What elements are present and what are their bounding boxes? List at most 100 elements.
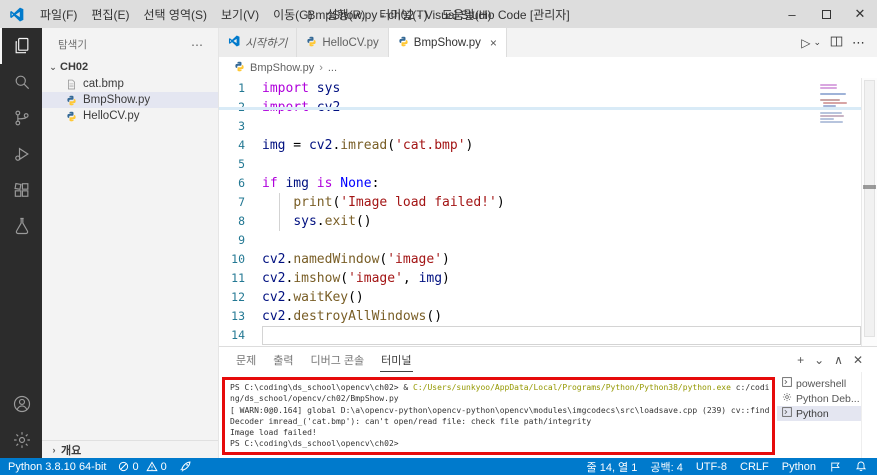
- rocket-icon[interactable]: [179, 460, 192, 473]
- notifications-bell-icon[interactable]: [855, 460, 867, 473]
- line-text: print('Image load failed!'): [293, 195, 505, 210]
- menu-item-1[interactable]: 편집(E): [84, 3, 136, 26]
- cursor-position-status[interactable]: 줄 14, 열 1: [587, 459, 638, 475]
- tab-HelloCV.py[interactable]: HelloCV.py: [297, 28, 389, 57]
- terminal-instance-powershell[interactable]: powershell: [777, 376, 861, 391]
- code-line-4[interactable]: 4 img = cv2.imread('cat.bmp'): [219, 136, 861, 155]
- code-line-9[interactable]: 9: [219, 231, 861, 250]
- line-number[interactable]: 5: [219, 155, 262, 174]
- code-line-11[interactable]: 11 cv2.imshow('image', img): [219, 269, 861, 288]
- menu-item-2[interactable]: 선택 영역(S): [136, 3, 214, 26]
- breadcrumb-separator: ›: [319, 61, 323, 74]
- line-number[interactable]: 12: [219, 288, 262, 307]
- sidebar-title: 탐색기: [58, 39, 87, 51]
- code-line-8[interactable]: 8 sys.exit(): [219, 212, 861, 231]
- language-mode-status[interactable]: Python: [782, 461, 816, 473]
- indentation-status[interactable]: 공백: 4: [650, 459, 682, 475]
- terminal-instance-Python[interactable]: Python: [777, 406, 861, 421]
- file-row-BmpShow.py[interactable]: BmpShow.py: [42, 92, 218, 108]
- folder-row-ch02[interactable]: ⌄ CH02: [42, 58, 218, 76]
- code-line-14[interactable]: 14: [219, 326, 861, 345]
- problems-status[interactable]: 0 0: [118, 460, 167, 473]
- panel-tab-출력[interactable]: 출력: [272, 348, 294, 372]
- code-line-7[interactable]: 7 print('Image load failed!'): [219, 193, 861, 212]
- line-number[interactable]: 4: [219, 136, 262, 155]
- run-python-file-button[interactable]: ▷: [801, 36, 810, 50]
- code-editor[interactable]: 1import sys2import cv234img = cv2.imread…: [219, 78, 877, 346]
- close-panel-button[interactable]: ✕: [853, 353, 863, 367]
- panel-scrollbar-lane[interactable]: [861, 372, 877, 458]
- code-line-5[interactable]: 5: [219, 155, 861, 174]
- breadcrumb[interactable]: BmpShow.py › ...: [219, 57, 877, 78]
- terminal-dropdown-button[interactable]: ⌄: [814, 353, 824, 367]
- testing-icon[interactable]: [0, 208, 42, 244]
- menu-item-4[interactable]: 이동(G): [266, 3, 319, 26]
- error-count: 0: [132, 460, 139, 473]
- run-dropdown-icon[interactable]: ⌄: [813, 37, 821, 48]
- feedback-icon[interactable]: [829, 461, 842, 473]
- breadcrumb-symbol[interactable]: ...: [328, 62, 337, 74]
- line-number[interactable]: 6: [219, 174, 262, 193]
- more-actions-icon[interactable]: ⋯: [852, 35, 865, 51]
- minimap[interactable]: [820, 83, 860, 143]
- source-control-icon[interactable]: [0, 100, 42, 136]
- line-text: cv2.imshow('image', img): [262, 271, 450, 286]
- error-icon: [119, 461, 129, 472]
- explorer-icon[interactable]: [0, 28, 42, 64]
- maximize-button[interactable]: [809, 0, 843, 28]
- warning-count: 0: [160, 460, 167, 473]
- menu-item-6[interactable]: 터미널(T): [372, 3, 434, 26]
- tab-BmpShow.py[interactable]: BmpShow.py ×: [388, 28, 507, 57]
- line-number[interactable]: 1: [219, 79, 262, 98]
- line-number[interactable]: 3: [219, 117, 262, 136]
- sidebar-more-actions-icon[interactable]: ⋯: [191, 38, 204, 52]
- tab-close-icon[interactable]: ×: [490, 36, 497, 50]
- line-number[interactable]: 11: [219, 269, 262, 288]
- panel-tab-문제[interactable]: 문제: [235, 348, 257, 372]
- line-number[interactable]: 7: [219, 193, 262, 212]
- code-line-1[interactable]: 1 import sys: [219, 79, 861, 98]
- accounts-icon[interactable]: [0, 386, 42, 422]
- maximize-panel-button[interactable]: ∧: [834, 353, 843, 367]
- editor-scrollbar[interactable]: [861, 78, 877, 346]
- tab-시작하기[interactable]: 시작하기: [219, 28, 298, 57]
- python-icon: [306, 36, 317, 50]
- code-line-3[interactable]: 3: [219, 117, 861, 136]
- outline-section[interactable]: › 개요: [42, 440, 218, 458]
- terminal-line-3: [ WARN:0@0.164] global D:\a\opencv-pytho…: [230, 405, 770, 415]
- breadcrumb-file[interactable]: BmpShow.py: [250, 62, 314, 74]
- menu-item-0[interactable]: 파일(F): [33, 3, 84, 26]
- terminal-instance-Python Deb...[interactable]: Python Deb...: [777, 391, 861, 406]
- new-terminal-button[interactable]: +: [797, 353, 804, 367]
- code-line-13[interactable]: 13 cv2.destroyAllWindows(): [219, 307, 861, 326]
- search-icon[interactable]: [0, 64, 42, 100]
- encoding-status[interactable]: UTF-8: [696, 461, 727, 473]
- code-line-6[interactable]: 6 if img is None:: [219, 174, 861, 193]
- scrollbar-thumb[interactable]: [864, 80, 875, 338]
- code-line-10[interactable]: 10 cv2.namedWindow('image'): [219, 250, 861, 269]
- code-line-12[interactable]: 12 cv2.waitKey(): [219, 288, 861, 307]
- eol-status[interactable]: CRLF: [740, 461, 769, 473]
- split-editor-icon[interactable]: [830, 35, 843, 51]
- folder-name: CH02: [60, 61, 89, 73]
- line-number[interactable]: 13: [219, 307, 262, 326]
- settings-icon[interactable]: [0, 422, 42, 458]
- line-number[interactable]: 14: [219, 326, 262, 345]
- extensions-icon[interactable]: [0, 172, 42, 208]
- menu-item-5[interactable]: 실행(R): [319, 3, 372, 26]
- menu-item-3[interactable]: 보기(V): [214, 3, 266, 26]
- file-row-HelloCV.py[interactable]: HelloCV.py: [42, 108, 218, 124]
- file-row-cat.bmp[interactable]: cat.bmp: [42, 76, 218, 92]
- close-button[interactable]: ✕: [843, 0, 877, 28]
- minimize-button[interactable]: –: [775, 0, 809, 28]
- menu-item-7[interactable]: 도움말(H): [435, 3, 499, 26]
- terminal-output[interactable]: PS C:\coding\ds_school\opencv\ch02> & C:…: [219, 372, 777, 458]
- python-interpreter-status[interactable]: Python 3.8.10 64-bit: [8, 461, 106, 473]
- line-number[interactable]: 10: [219, 250, 262, 269]
- line-number[interactable]: 8: [219, 212, 262, 231]
- line-text: img = cv2.imread('cat.bmp'): [262, 138, 474, 153]
- panel-tab-터미널[interactable]: 터미널: [380, 348, 413, 372]
- run-debug-icon[interactable]: [0, 136, 42, 172]
- line-number[interactable]: 9: [219, 231, 262, 250]
- panel-tab-디버그 콘솔[interactable]: 디버그 콘솔: [310, 348, 366, 372]
